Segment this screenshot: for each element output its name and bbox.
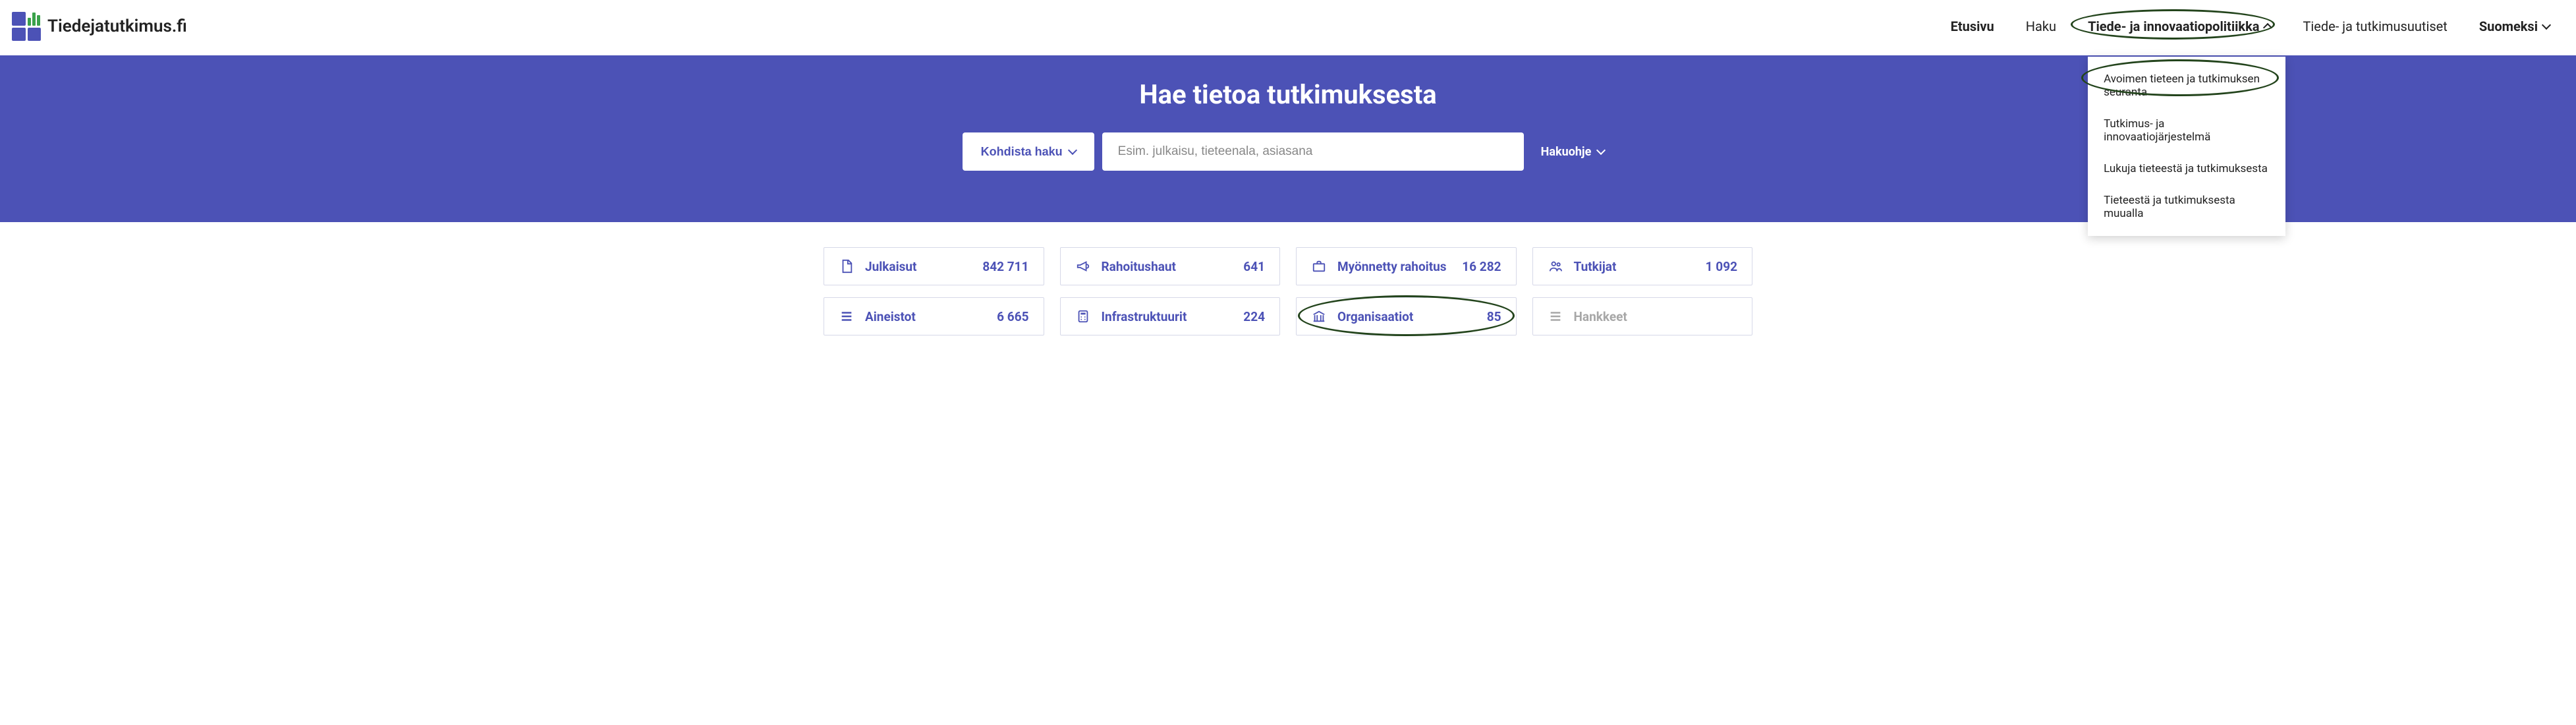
stats-grid: Julkaisut 842 711 Rahoitushaut 641 Myönn… xyxy=(824,247,1752,335)
tile-label: Organisaatiot xyxy=(1337,309,1413,324)
nav-policy-wrap: Tiede- ja innovaatiopolitiikka Avoimen t… xyxy=(2088,18,2271,34)
top-nav: Tiedejatutkimus.fi Etusivu Haku Tiede- j… xyxy=(0,0,2576,55)
nav-language-label: Suomeksi xyxy=(2479,18,2538,34)
nav-policy-label: Tiede- ja innovaatiopolitiikka xyxy=(2088,18,2259,34)
megaphone-icon xyxy=(1075,258,1091,274)
policy-menu-elsewhere[interactable]: Tieteestä ja tutkimuksesta muualla xyxy=(2088,185,2285,229)
tile-organisations[interactable]: Organisaatiot 85 xyxy=(1296,297,1517,335)
tile-infrastructures[interactable]: Infrastruktuurit 224 xyxy=(1060,297,1281,335)
tile-count: 641 xyxy=(1243,259,1265,274)
calculator-icon xyxy=(1075,308,1091,324)
stats-section: Julkaisut 842 711 Rahoitushaut 641 Myönn… xyxy=(817,247,1759,335)
nav-news[interactable]: Tiede- ja tutkimusuutiset xyxy=(2303,18,2447,34)
tile-count: 6 665 xyxy=(997,309,1028,324)
tile-granted-funding[interactable]: Myönnetty rahoitus 16 282 xyxy=(1296,247,1517,285)
search-guide-label: Hakuohje xyxy=(1541,145,1592,159)
tile-label: Tutkijat xyxy=(1574,259,1617,274)
tile-count: 224 xyxy=(1243,309,1265,324)
focus-search-button[interactable]: Kohdista haku xyxy=(963,132,1094,171)
tile-count: 16 282 xyxy=(1462,259,1501,274)
people-icon xyxy=(1548,258,1563,274)
list-icon xyxy=(1548,308,1563,324)
brand-name: Tiedejatutkimus.fi xyxy=(47,16,187,36)
tile-label: Julkaisut xyxy=(865,259,916,274)
brand[interactable]: Tiedejatutkimus.fi xyxy=(12,12,187,41)
primary-nav: Etusivu Haku Tiede- ja innovaatiopolitii… xyxy=(1951,18,2550,34)
tile-count: 1 092 xyxy=(1706,259,1737,274)
tile-label: Hankkeet xyxy=(1574,309,1627,324)
policy-dropdown: Avoimen tieteen ja tutkimuksen seuranta … xyxy=(2088,57,2285,236)
focus-search-label: Kohdista haku xyxy=(981,145,1063,159)
chevron-down-icon xyxy=(1596,146,1606,155)
institution-icon xyxy=(1311,308,1327,324)
nav-language[interactable]: Suomeksi xyxy=(2479,18,2550,34)
search-row: Kohdista haku Hakuohje xyxy=(963,132,1614,171)
chevron-up-icon xyxy=(2263,23,2272,32)
tile-label: Rahoitushaut xyxy=(1102,259,1176,274)
search-input[interactable] xyxy=(1102,132,1524,171)
tile-projects[interactable]: Hankkeet xyxy=(1532,297,1753,335)
search-guide-button[interactable]: Hakuohje xyxy=(1532,132,1614,171)
tile-publications[interactable]: Julkaisut 842 711 xyxy=(824,247,1044,285)
policy-menu-innovation-system[interactable]: Tutkimus- ja innovaatiojärjestelmä xyxy=(2088,108,2285,153)
tile-label: Myönnetty rahoitus xyxy=(1337,259,1447,274)
policy-menu-open-science[interactable]: Avoimen tieteen ja tutkimuksen seuranta xyxy=(2088,63,2285,108)
list-icon xyxy=(839,308,854,324)
nav-policy[interactable]: Tiede- ja innovaatiopolitiikka xyxy=(2088,18,2271,34)
policy-menu-figures[interactable]: Lukuja tieteestä ja tutkimuksesta xyxy=(2088,153,2285,185)
document-icon xyxy=(839,258,854,274)
tile-label: Infrastruktuurit xyxy=(1102,309,1187,324)
tile-count: 85 xyxy=(1487,309,1501,324)
tile-datasets[interactable]: Aineistot 6 665 xyxy=(824,297,1044,335)
tile-funding-calls[interactable]: Rahoitushaut 641 xyxy=(1060,247,1281,285)
chevron-down-icon xyxy=(1068,146,1077,155)
chevron-down-icon xyxy=(2542,20,2551,30)
tile-count: 842 711 xyxy=(982,259,1028,274)
nav-search[interactable]: Haku xyxy=(2026,18,2056,34)
tile-researchers[interactable]: Tutkijat 1 092 xyxy=(1532,247,1753,285)
nav-home[interactable]: Etusivu xyxy=(1951,18,1994,34)
brand-logo-icon xyxy=(12,12,41,41)
tile-label: Aineistot xyxy=(865,309,916,324)
briefcase-icon xyxy=(1311,258,1327,274)
